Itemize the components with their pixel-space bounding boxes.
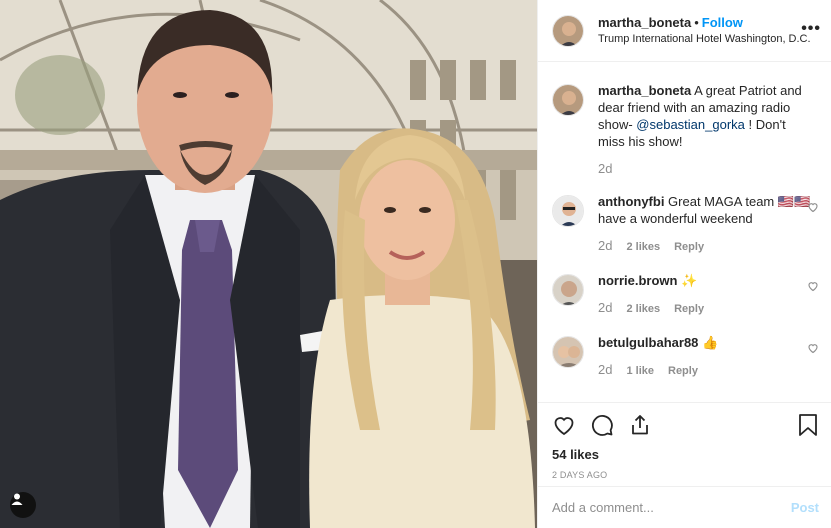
caption-username[interactable]: martha_boneta [598,83,691,98]
comment-meta: 2d 2 likes Reply [598,299,813,318]
mention-link[interactable]: @sebastian_gorka [636,117,745,132]
commenter-avatar[interactable] [552,336,584,368]
comment-age[interactable]: 2d [598,160,612,177]
reply-button[interactable]: Reply [674,239,704,256]
caption-body: martha_boneta A great Patriot and dear f… [598,82,813,177]
comment-meta: 2d 2 likes Reply [598,237,813,256]
comment-like-heart-icon[interactable] [807,280,819,292]
author-avatar[interactable] [552,84,584,116]
header-meta: martha_boneta • Follow Trump International… [598,15,811,47]
post-side-panel: martha_boneta • Follow Trump International… [537,0,831,528]
comment-like-heart-icon[interactable] [807,201,819,213]
tagged-users-button[interactable] [10,492,36,518]
action-icons [538,403,831,447]
commenter-username[interactable]: betulgulbahar88 [598,335,698,350]
comment-input[interactable] [552,500,791,515]
author-username[interactable]: martha_boneta [598,15,691,30]
person-icon [11,493,23,505]
follow-button[interactable]: Follow [702,15,743,30]
post-header: martha_boneta • Follow Trump International… [538,0,831,62]
post-photo[interactable] [0,0,537,528]
comment-item: anthonyfbi Great MAGA team 🇺🇸🇺🇸 have a w… [552,193,819,256]
comment-age[interactable]: 2d [598,361,612,378]
comments-list: martha_boneta A great Patriot and dear f… [538,62,831,402]
caption-meta: 2d [598,160,813,177]
commenter-username[interactable]: norrie.brown [598,273,677,288]
comment-body: anthonyfbi Great MAGA team 🇺🇸🇺🇸 have a w… [598,193,813,256]
comment-likes[interactable]: 2 likes [626,301,660,318]
comment-meta: 2d 1 like Reply [598,361,813,380]
likes-count[interactable]: 54 likes [538,447,831,462]
separator-dot: • [694,14,699,30]
author-avatar[interactable] [552,14,584,47]
comment-item: norrie.brown ✨ 2d 2 likes Reply [552,272,819,318]
comment-text: ✨ [677,273,698,288]
caption: martha_boneta A great Patriot and dear f… [552,82,819,177]
commenter-username[interactable]: anthonyfbi [598,194,664,209]
commenter-avatar[interactable] [552,195,584,227]
comment-likes[interactable]: 1 like [626,363,654,380]
comment-body: norrie.brown ✨ 2d 2 likes Reply [598,272,813,318]
comment-body: betulgulbahar88 👍 2d 1 like Reply [598,334,813,380]
commenter-avatar[interactable] [552,274,584,306]
comment-age[interactable]: 2d [598,237,612,254]
photo-illustration [0,0,537,528]
reply-button[interactable]: Reply [674,301,704,318]
bookmark-icon[interactable] [797,413,819,437]
comment-text: 👍 [698,335,719,350]
comment-likes[interactable]: 2 likes [626,239,660,256]
comment-age[interactable]: 2d [598,299,612,316]
location-link[interactable]: Trump International Hotel Washington, D.… [598,32,811,47]
post-comment-button[interactable]: Post [791,500,819,515]
add-comment-bar: Post [538,486,831,528]
post-actions: 54 likes 2 DAYS AGO Post [538,402,831,528]
post-date[interactable]: 2 DAYS AGO [538,470,831,480]
comment-like-heart-icon[interactable] [807,342,819,354]
reply-button[interactable]: Reply [668,363,698,380]
heart-icon[interactable] [552,413,576,437]
comment-icon[interactable] [590,413,614,437]
share-icon[interactable] [628,413,652,437]
comment-item: betulgulbahar88 👍 2d 1 like Reply [552,334,819,380]
more-options-icon[interactable]: ••• [801,20,821,38]
